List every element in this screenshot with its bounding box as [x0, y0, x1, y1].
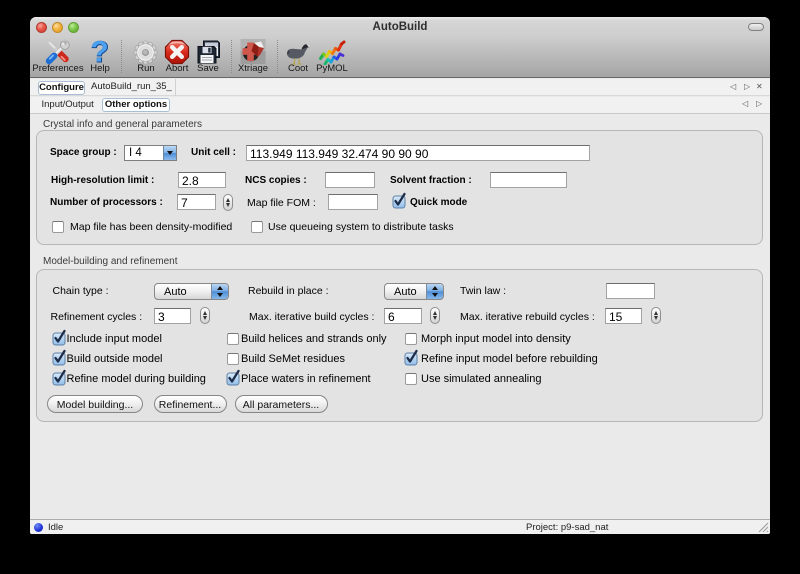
svg-text:?: ? — [90, 36, 108, 66]
